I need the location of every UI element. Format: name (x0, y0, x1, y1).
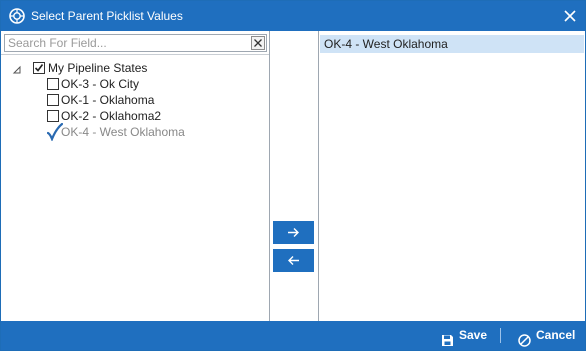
selected-values-pane: OK-4 - West Oklahoma (319, 31, 585, 321)
dialog-footer: Save Cancel (1, 321, 585, 350)
selected-value-item[interactable]: OK-4 - West Oklahoma (320, 35, 584, 53)
tree-item-label: OK-1 - Oklahoma (61, 93, 155, 107)
cancel-icon (518, 329, 531, 358)
cancel-button[interactable]: Cancel (518, 321, 580, 350)
available-values-pane: My Pipeline States OK-3 - Ok City OK-1 -… (1, 31, 270, 321)
divider (1, 54, 269, 55)
save-icon (441, 329, 454, 358)
tree-item[interactable]: OK-3 - Ok City (47, 76, 263, 92)
picklist-dialog: Select Parent Picklist Values Search For… (0, 0, 586, 351)
app-logo-icon (9, 8, 25, 24)
transfer-buttons-pane (270, 31, 319, 321)
footer-divider (500, 328, 501, 343)
tree-root-row[interactable]: My Pipeline States (33, 60, 263, 76)
save-button[interactable]: Save (441, 321, 491, 350)
item-checkbox[interactable] (47, 110, 59, 122)
tree-item[interactable]: OK-1 - Oklahoma (47, 92, 263, 108)
clear-icon (254, 39, 262, 47)
search-input[interactable] (5, 35, 252, 51)
close-icon (564, 10, 576, 22)
move-right-button[interactable] (273, 221, 314, 244)
root-checkbox[interactable] (33, 62, 45, 74)
tree-item[interactable]: OK-4 - West Oklahoma (46, 122, 263, 142)
move-left-button[interactable] (273, 249, 314, 272)
close-button[interactable] (555, 1, 585, 31)
cancel-label: Cancel (536, 328, 576, 342)
checkmark-icon (34, 64, 44, 72)
title-bar: Select Parent Picklist Values (1, 1, 585, 31)
item-checkbox[interactable] (47, 94, 59, 106)
tree-collapse-toggle[interactable] (12, 64, 22, 74)
dialog-title: Select Parent Picklist Values (31, 9, 183, 23)
clear-search-button[interactable] (251, 36, 265, 50)
item-checkbox[interactable] (47, 78, 59, 90)
tree-item[interactable]: OK-2 - Oklahoma2 (47, 108, 263, 124)
tree-item-label: OK-4 - West Oklahoma (61, 125, 185, 139)
triangle-expanded-icon (12, 65, 21, 74)
tree-item-label: OK-3 - Ok City (61, 77, 140, 91)
search-box (4, 34, 267, 52)
arrow-left-icon (288, 256, 299, 265)
tree-root-label: My Pipeline States (48, 61, 148, 75)
tree-item-label: OK-2 - Oklahoma2 (61, 109, 162, 123)
arrow-right-icon (288, 228, 299, 237)
save-label: Save (459, 328, 488, 342)
